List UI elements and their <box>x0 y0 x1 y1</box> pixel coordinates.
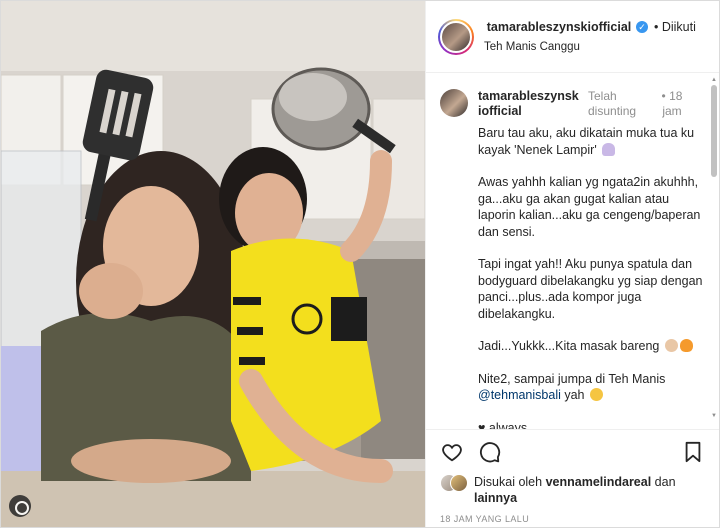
comment-icon <box>480 442 501 463</box>
post-actions: Disukai oleh vennamelindareal dan lainny… <box>426 429 719 527</box>
caption-time[interactable]: • 18 jam <box>652 89 692 119</box>
caption-paragraph: Baru tau aku, aku dikatain muka tua ku k… <box>478 126 695 157</box>
caption-paragraph: Jadi...Yukkk...Kita masak bareng <box>478 338 707 355</box>
caption-paragraph: Nite2, sampai jumpa di Teh Manis @tehmani… <box>478 371 666 403</box>
save-button[interactable] <box>681 440 705 464</box>
comment-button[interactable] <box>478 440 502 464</box>
scroll-down-arrow-icon[interactable]: ▼ <box>711 413 717 419</box>
liker-avatars <box>440 474 470 494</box>
follow-status-button[interactable]: • Diikuti <box>654 20 696 35</box>
ghost-emoji-icon <box>602 142 616 156</box>
post-photo[interactable] <box>1 1 425 527</box>
comments-scrollbar[interactable] <box>711 85 717 177</box>
caption-paragraph: Awas yahhh kalian yg ngata2in akuhhh, ga… <box>478 175 701 239</box>
bookmark-icon <box>685 441 701 463</box>
like-button[interactable] <box>440 440 464 464</box>
story-avatar[interactable] <box>438 18 474 55</box>
comments-area[interactable]: tamarableszynskiofficial Telah disunting… <box>426 73 719 429</box>
post-timestamp[interactable]: 18 JAM YANG LALU <box>440 514 707 524</box>
liker-username-link[interactable]: vennamelindareal <box>546 475 652 489</box>
post-location[interactable]: Teh Manis Canggu <box>484 41 707 53</box>
caption-avatar[interactable] <box>440 89 468 117</box>
post-side-panel: tamarableszynskiofficial ✓ • Diikuti Teh… <box>425 1 719 527</box>
mention-link[interactable]: @tehmanisbali <box>478 388 561 402</box>
heart-icon <box>442 444 462 462</box>
caption-paragraph: ♥ always, <box>478 420 531 430</box>
tagged-users-icon[interactable] <box>9 495 31 517</box>
verified-badge-icon: ✓ <box>636 21 648 33</box>
fire-emoji-icon <box>679 339 693 352</box>
others-likes-link[interactable]: lainnya <box>474 491 517 505</box>
post-header: tamarableszynskiofficial ✓ • Diikuti Teh… <box>426 1 719 73</box>
smile-emoji-icon <box>590 388 603 401</box>
caption-username[interactable]: tamarableszynskiofficial <box>478 89 582 119</box>
scroll-up-arrow-icon[interactable]: ▲ <box>711 77 717 83</box>
caption: tamarableszynskiofficial Telah disunting… <box>440 89 707 429</box>
caption-paragraph: Tapi ingat yah!! Aku punya spatula dan b… <box>478 257 703 321</box>
photo-illustration <box>1 1 425 527</box>
header-username[interactable]: tamarableszynskiofficial <box>484 20 634 35</box>
edited-label: Telah disunting <box>588 89 637 118</box>
cooking-emoji-icon <box>664 339 678 352</box>
instagram-post-window: tamarableszynskiofficial ✓ • Diikuti Teh… <box>0 0 720 528</box>
likes-summary: Disukai oleh vennamelindareal dan lainny… <box>440 474 707 506</box>
